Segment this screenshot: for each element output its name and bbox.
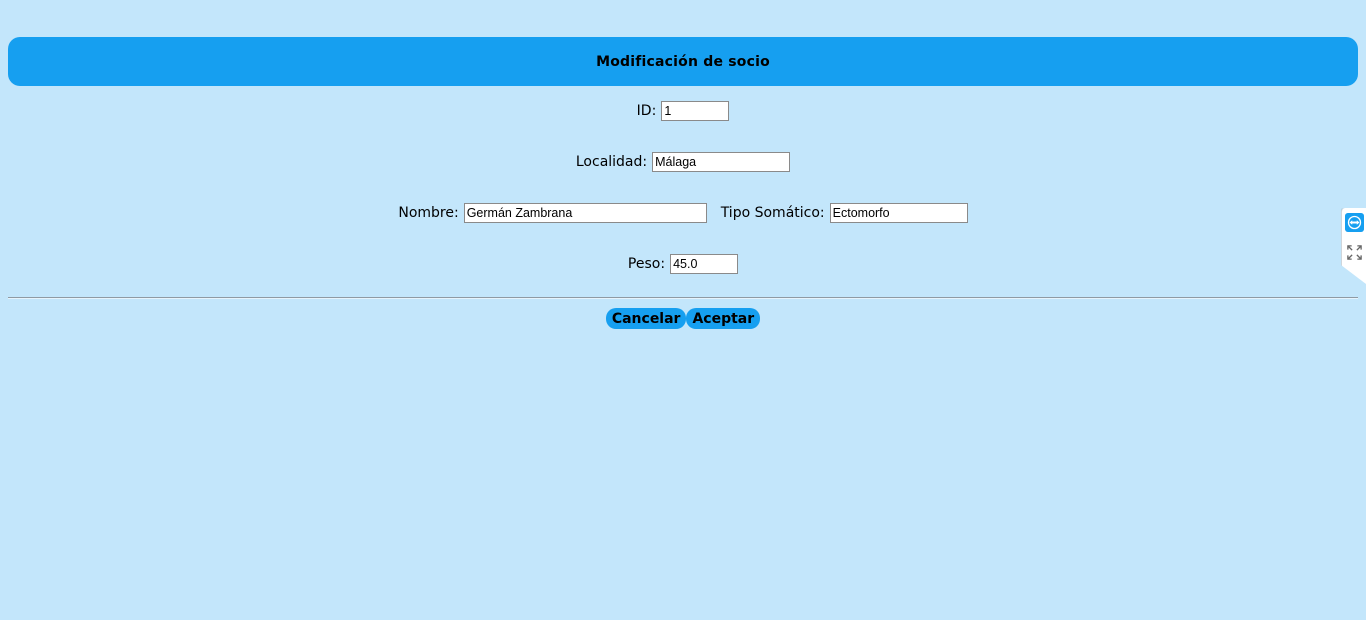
row-localidad: Localidad:: [0, 151, 1366, 173]
action-buttons: Cancelar Aceptar: [0, 308, 1366, 329]
page-header: Modificación de socio: [8, 37, 1358, 86]
id-input[interactable]: [661, 101, 730, 121]
row-nombre-tipo: Nombre: Tipo Somático:: [0, 202, 1366, 224]
accept-button[interactable]: Aceptar: [686, 308, 761, 329]
tipo-somatico-field-group: Tipo Somático:: [721, 203, 968, 223]
nombre-field-group: Nombre:: [398, 203, 707, 223]
localidad-label: Localidad:: [575, 154, 648, 170]
row-id: ID:: [0, 100, 1366, 122]
tipo-somatico-label: Tipo Somático:: [720, 205, 825, 221]
tipo-somatico-input[interactable]: [829, 203, 968, 223]
peso-input[interactable]: [670, 254, 739, 274]
expand-icon[interactable]: [1346, 244, 1363, 261]
id-label: ID:: [636, 103, 657, 119]
page-title: Modificación de socio: [596, 53, 770, 70]
teamviewer-icon[interactable]: [1345, 213, 1364, 232]
localidad-input[interactable]: [652, 152, 791, 172]
peso-label: Peso:: [627, 256, 666, 272]
divider: [8, 297, 1358, 299]
row-peso: Peso:: [0, 253, 1366, 275]
peso-field-group: Peso:: [627, 254, 739, 274]
id-field-group: ID:: [637, 101, 730, 121]
localidad-field-group: Localidad:: [575, 152, 791, 172]
cancel-button[interactable]: Cancelar: [605, 308, 687, 329]
nombre-label: Nombre:: [398, 205, 459, 221]
nombre-input[interactable]: [463, 203, 707, 223]
